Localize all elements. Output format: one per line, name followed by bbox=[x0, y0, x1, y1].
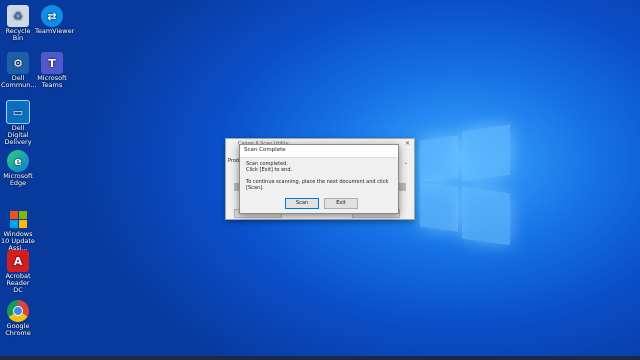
settings-option-icon[interactable] bbox=[398, 183, 406, 191]
dialog-title: Scan Complete bbox=[240, 145, 398, 158]
windows-update-icon bbox=[7, 208, 29, 230]
scan-complete-dialog: Scan Complete Scan completed. Click [Exi… bbox=[239, 144, 399, 214]
desktop-icon-windows-update[interactable]: Windows 10 Update Assi... bbox=[1, 208, 35, 252]
desktop-icon-label: Windows 10 Update Assi... bbox=[1, 230, 35, 252]
desktop-icon-dell-command[interactable]: ⚙ Dell Commun... bbox=[1, 52, 37, 89]
desktop-icon-teams[interactable]: T Microsoft Teams bbox=[35, 52, 69, 89]
desktop-icon-label: Recycle Bin bbox=[5, 27, 31, 42]
dialog-message: Scan completed. Click [Exit] to end. To … bbox=[240, 158, 398, 191]
desktop-icon-label: Google Chrome bbox=[5, 322, 31, 337]
product-dropdown-chevron-icon[interactable]: ⌄ bbox=[404, 160, 408, 166]
desktop-icon-label: Microsoft Teams bbox=[37, 74, 67, 89]
close-icon[interactable]: ✕ bbox=[405, 140, 410, 147]
dell-digital-delivery-icon: ▭ bbox=[6, 100, 30, 124]
exit-button[interactable]: Exit bbox=[324, 198, 358, 209]
desktop-icon-acrobat[interactable]: A Acrobat Reader DC bbox=[1, 250, 35, 294]
dell-command-icon: ⚙ bbox=[7, 52, 29, 74]
edge-icon: e bbox=[7, 150, 29, 172]
desktop-icon-label: Dell Digital Delivery bbox=[4, 124, 32, 146]
acrobat-icon: A bbox=[7, 250, 29, 272]
teams-icon: T bbox=[41, 52, 63, 74]
teamviewer-icon: ⇄ bbox=[41, 5, 63, 27]
desktop-icon-label: TeamViewer bbox=[35, 27, 75, 35]
windows-logo-pane-top-right bbox=[462, 124, 510, 182]
desktop-icon-label: Microsoft Edge bbox=[3, 172, 33, 187]
desktop-icon-label: Dell Commun... bbox=[1, 74, 37, 89]
desktop-icon-chrome[interactable]: Google Chrome bbox=[1, 300, 35, 337]
desktop-icon-dell-digital-delivery[interactable]: ▭ Dell Digital Delivery bbox=[1, 100, 35, 146]
desktop-icon-edge[interactable]: e Microsoft Edge bbox=[1, 150, 35, 187]
scan-button[interactable]: Scan bbox=[285, 198, 319, 209]
windows-logo-pane-bottom-right bbox=[462, 186, 510, 246]
windows-logo-pane-bottom-left bbox=[420, 182, 458, 232]
desktop-icon-label: Acrobat Reader DC bbox=[5, 272, 31, 294]
recycle-bin-icon: ♻ bbox=[7, 5, 29, 27]
desktop-icon-teamviewer[interactable]: ⇄ TeamViewer bbox=[35, 5, 75, 35]
message-line-3: To continue scanning, place the next doc… bbox=[246, 179, 389, 191]
desktop-icon-recycle-bin[interactable]: ♻ Recycle Bin bbox=[1, 5, 35, 42]
chrome-icon bbox=[7, 300, 29, 322]
windows-logo-pane-top-left bbox=[420, 135, 458, 183]
taskbar bbox=[0, 356, 640, 360]
